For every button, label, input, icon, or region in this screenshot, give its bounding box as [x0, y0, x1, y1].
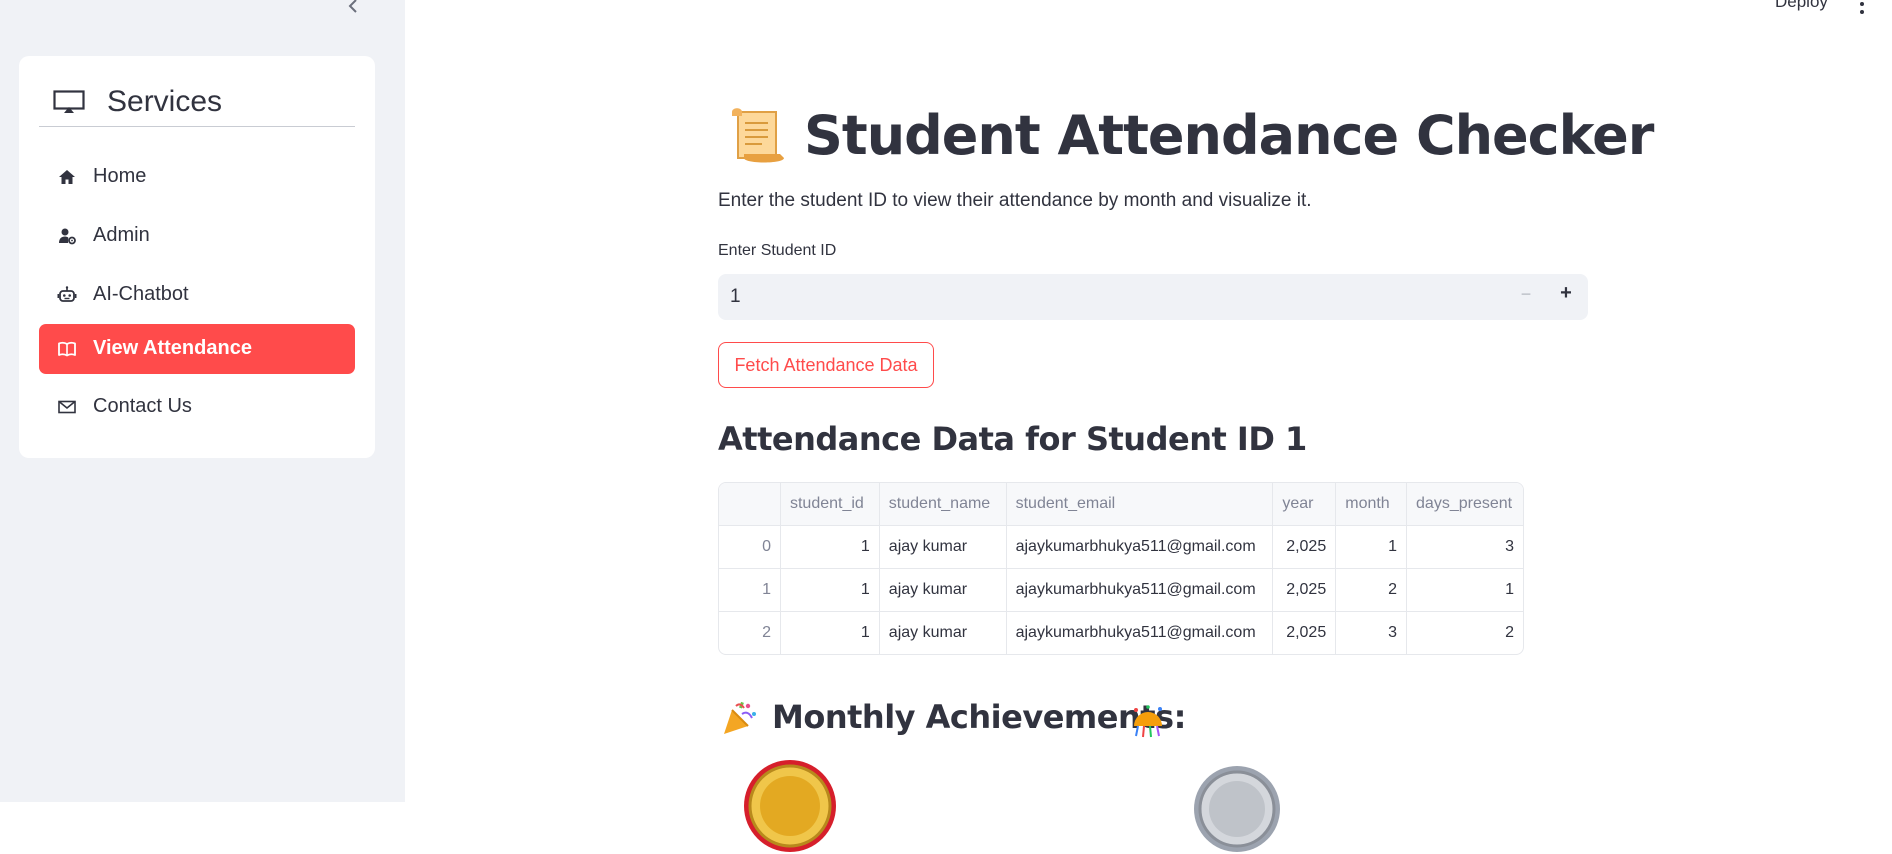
table-cell[interactable]: 1	[780, 611, 880, 654]
column-header-student-email[interactable]: student_email	[1006, 483, 1274, 526]
table-cell[interactable]: 2	[1407, 612, 1523, 655]
table-cell[interactable]: 3	[1335, 611, 1408, 654]
table-row: 1 1 ajay kumar ajaykumarbhukya511@gmail.…	[719, 568, 1523, 612]
menu-title: Services	[107, 85, 223, 118]
table-cell[interactable]: 1	[780, 568, 880, 612]
services-menu: Services Home Admin AI-Chatbot View Atte…	[19, 56, 375, 458]
column-header-student-id[interactable]: student_id	[780, 483, 880, 526]
sidebar-item-label: View Attendance	[93, 337, 252, 359]
table-cell[interactable]: ajay kumar	[879, 525, 1007, 569]
deploy-button[interactable]: Deploy	[1775, 0, 1828, 12]
table-cell[interactable]: 2,025	[1272, 568, 1337, 612]
table-cell[interactable]: 2,025	[1272, 525, 1337, 569]
table-header-row: student_id student_name student_email ye…	[719, 483, 1523, 526]
table-cell[interactable]: ajay kumar	[879, 568, 1007, 612]
robot-icon	[57, 286, 77, 302]
sidebar-item-contact-us[interactable]: Contact Us	[39, 382, 355, 432]
table-cell[interactable]: 2,025	[1272, 611, 1337, 654]
table-cell[interactable]: ajaykumarbhukya511@gmail.com	[1006, 568, 1274, 612]
sidebar-item-label: AI-Chatbot	[93, 283, 189, 305]
increment-button[interactable]: +	[1554, 282, 1578, 308]
fetch-attendance-button[interactable]: Fetch Attendance Data	[718, 342, 934, 388]
student-id-value[interactable]: 1	[730, 286, 741, 308]
envelope-icon	[58, 400, 76, 414]
scroll-icon	[732, 108, 784, 163]
sidebar-item-view-attendance[interactable]: View Attendance	[39, 324, 355, 374]
description-text: Enter the student ID to view their atten…	[718, 190, 1312, 211]
table-cell[interactable]: 1	[1406, 568, 1523, 612]
sidebar-item-label: Home	[93, 165, 147, 187]
table-cell[interactable]: 2	[719, 611, 781, 654]
page-title-text: Student Attendance Checker	[804, 104, 1654, 167]
decrement-button[interactable]: −	[1514, 284, 1538, 310]
table-row: 2 1 ajay kumar ajaykumarbhukya511@gmail.…	[719, 611, 1523, 655]
confetti-ball-icon	[1134, 705, 1162, 738]
column-header-days-present[interactable]: days_present	[1406, 483, 1523, 526]
party-popper-icon	[724, 701, 756, 734]
table-cell[interactable]: 3	[1406, 525, 1523, 569]
sidebar-item-admin[interactable]: Admin	[39, 211, 355, 261]
column-header-year[interactable]: year	[1272, 483, 1337, 526]
achievements-heading-text: Monthly Achievements:	[772, 698, 1186, 736]
table-cell[interactable]: ajay kumar	[879, 611, 1007, 654]
person-gear-icon	[59, 228, 76, 245]
table-cell[interactable]: ajaykumarbhukya511@gmail.com	[1006, 525, 1274, 569]
student-id-input[interactable]: 1 − +	[718, 274, 1588, 320]
table-cell[interactable]: ajaykumarbhukya511@gmail.com	[1006, 611, 1274, 654]
column-header-student-name[interactable]: student_name	[879, 483, 1007, 526]
menu-header: Services	[39, 82, 355, 127]
table-cell[interactable]: 1	[719, 568, 781, 612]
sidebar: Services Home Admin AI-Chatbot View Atte…	[0, 0, 405, 802]
sidebar-item-label: Contact Us	[93, 395, 192, 417]
tv-icon	[53, 90, 85, 113]
sidebar-item-home[interactable]: Home	[39, 152, 355, 202]
book-icon	[58, 341, 76, 357]
table-row: 0 1 ajay kumar ajaykumarbhukya511@gmail.…	[719, 525, 1523, 569]
chevron-left-icon[interactable]	[343, 0, 363, 16]
column-header-index[interactable]	[719, 483, 781, 526]
table-cell[interactable]: 1	[1335, 525, 1408, 569]
sidebar-item-label: Admin	[93, 224, 150, 246]
attendance-data-heading: Attendance Data for Student ID 1	[718, 420, 1307, 458]
attendance-table[interactable]: student_id student_name student_email ye…	[718, 482, 1524, 655]
table-cell[interactable]: 0	[719, 525, 781, 569]
house-icon	[59, 170, 75, 184]
table-cell[interactable]: 2	[1335, 568, 1408, 612]
kebab-menu-icon[interactable]	[1857, 0, 1867, 14]
column-header-month[interactable]: month	[1335, 483, 1408, 526]
silver-medal-icon	[1194, 766, 1280, 852]
gold-medal-icon	[744, 760, 836, 852]
table-cell[interactable]: 1	[780, 525, 880, 569]
sidebar-item-ai-chatbot[interactable]: AI-Chatbot	[39, 270, 355, 320]
student-id-label: Enter Student ID	[718, 242, 837, 259]
